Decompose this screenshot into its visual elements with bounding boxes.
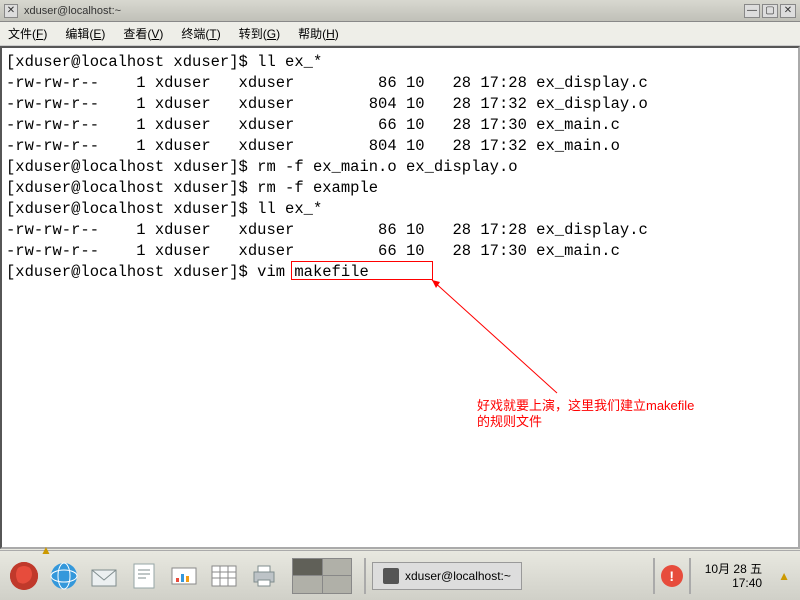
menu-terminal[interactable]: 终端(T) <box>181 25 220 42</box>
menu-edit[interactable]: 编辑(E) <box>65 25 105 42</box>
close-icon[interactable]: ✕ <box>4 4 18 18</box>
menu-help[interactable]: 帮助(H) <box>298 25 339 42</box>
workspace-4[interactable] <box>323 576 352 593</box>
window-titlebar: ✕ xduser@localhost:~ — ▢ ✕ <box>0 0 800 22</box>
workspace-3[interactable] <box>293 576 322 593</box>
taskbar-separator <box>364 558 366 594</box>
window-title: xduser@localhost:~ <box>24 5 744 17</box>
taskbar: xduser@localhost:~ ! 10月 28 五 17:40 ▲ <box>0 550 800 600</box>
presentation-icon[interactable] <box>166 558 202 594</box>
spreadsheet-icon[interactable] <box>206 558 242 594</box>
taskbar-separator <box>653 558 655 594</box>
clock[interactable]: 10月 28 五 17:40 <box>705 562 762 590</box>
mail-icon[interactable] <box>86 558 122 594</box>
minimize-button[interactable]: — <box>744 4 760 18</box>
taskbar-button-label: xduser@localhost:~ <box>405 569 511 583</box>
menu-go[interactable]: 转到(G) <box>239 25 280 42</box>
browser-icon[interactable] <box>46 558 82 594</box>
text-editor-icon[interactable] <box>126 558 162 594</box>
workspace-1[interactable] <box>293 559 322 576</box>
alert-icon[interactable]: ! <box>661 565 683 587</box>
taskbar-window-button[interactable]: xduser@localhost:~ <box>372 562 522 590</box>
menu-view[interactable]: 查看(V) <box>123 25 163 42</box>
clock-date: 10月 28 五 <box>705 562 762 576</box>
menu-file[interactable]: 文件(F) <box>8 25 47 42</box>
printer-icon[interactable] <box>246 558 282 594</box>
highlight-box <box>291 261 433 280</box>
taskbar-separator <box>689 558 691 594</box>
workspace-2[interactable] <box>323 559 352 576</box>
start-menu-icon[interactable] <box>6 558 42 594</box>
terminal-area[interactable]: [xduser@localhost xduser]$ ll ex_* -rw-r… <box>0 46 800 549</box>
expand-icon[interactable]: ▲ <box>778 569 790 583</box>
annotation-text: 好戏就要上演，这里我们建立makefile 的规则文件 <box>477 398 737 430</box>
maximize-button[interactable]: ▢ <box>762 4 778 18</box>
clock-time: 17:40 <box>705 576 762 590</box>
triangle-icon: ▲ <box>40 543 52 557</box>
workspace-switcher[interactable] <box>292 558 352 594</box>
terminal-mini-icon <box>383 568 399 584</box>
menubar: 文件(F) 编辑(E) 查看(V) 终端(T) 转到(G) 帮助(H) <box>0 22 800 46</box>
close-button[interactable]: ✕ <box>780 4 796 18</box>
